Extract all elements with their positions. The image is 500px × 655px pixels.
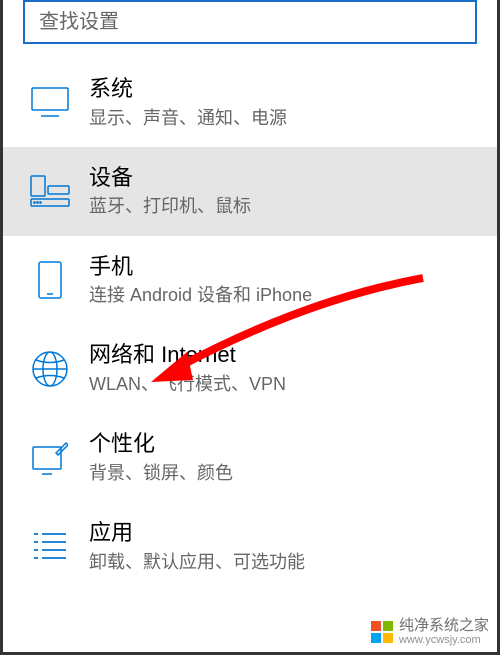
item-subtitle: 连接 Android 设备和 iPhone: [89, 282, 477, 308]
item-title: 手机: [89, 252, 477, 282]
globe-icon: [27, 351, 73, 387]
search-input[interactable]: [23, 0, 477, 44]
watermark-logo-icon: [371, 621, 393, 643]
watermark-text: 纯净系统之家: [399, 618, 489, 635]
item-title: 个性化: [89, 429, 477, 459]
item-title: 设备: [89, 163, 477, 193]
item-subtitle: 背景、锁屏、颜色: [89, 460, 477, 486]
item-subtitle: 卸载、默认应用、可选功能: [89, 549, 477, 575]
item-text: 个性化 背景、锁屏、颜色: [89, 429, 477, 486]
watermark-text-wrap: 纯净系统之家 www.ycwsjy.com: [399, 618, 489, 647]
devices-icon: [27, 175, 73, 207]
item-text: 手机 连接 Android 设备和 iPhone: [89, 252, 477, 309]
item-title: 网络和 Internet: [89, 340, 477, 370]
personalize-icon: [27, 441, 73, 475]
search-box: [23, 0, 477, 44]
item-devices[interactable]: 设备 蓝牙、打印机、鼠标: [3, 147, 497, 236]
item-text: 应用 卸载、默认应用、可选功能: [89, 518, 477, 575]
watermark-url: www.ycwsjy.com: [399, 634, 489, 646]
item-apps[interactable]: 应用 卸载、默认应用、可选功能: [3, 502, 497, 591]
item-phone[interactable]: 手机 连接 Android 设备和 iPhone: [3, 236, 497, 325]
item-text: 设备 蓝牙、打印机、鼠标: [89, 163, 477, 220]
settings-list: 系统 显示、声音、通知、电源 设备 蓝牙、打印机、鼠标: [3, 58, 497, 591]
display-icon: [27, 87, 73, 117]
phone-icon: [27, 261, 73, 299]
item-subtitle: 蓝牙、打印机、鼠标: [89, 193, 477, 219]
item-text: 网络和 Internet WLAN、飞行模式、VPN: [89, 340, 477, 397]
item-personalize[interactable]: 个性化 背景、锁屏、颜色: [3, 413, 497, 502]
item-subtitle: 显示、声音、通知、电源: [89, 105, 477, 131]
item-title: 系统: [89, 74, 477, 104]
item-title: 应用: [89, 518, 477, 548]
item-network[interactable]: 网络和 Internet WLAN、飞行模式、VPN: [3, 324, 497, 413]
watermark: 纯净系统之家 www.ycwsjy.com: [371, 618, 489, 647]
item-subtitle: WLAN、飞行模式、VPN: [89, 371, 477, 397]
item-text: 系统 显示、声音、通知、电源: [89, 74, 477, 131]
item-system[interactable]: 系统 显示、声音、通知、电源: [3, 58, 497, 147]
apps-icon: [27, 531, 73, 561]
